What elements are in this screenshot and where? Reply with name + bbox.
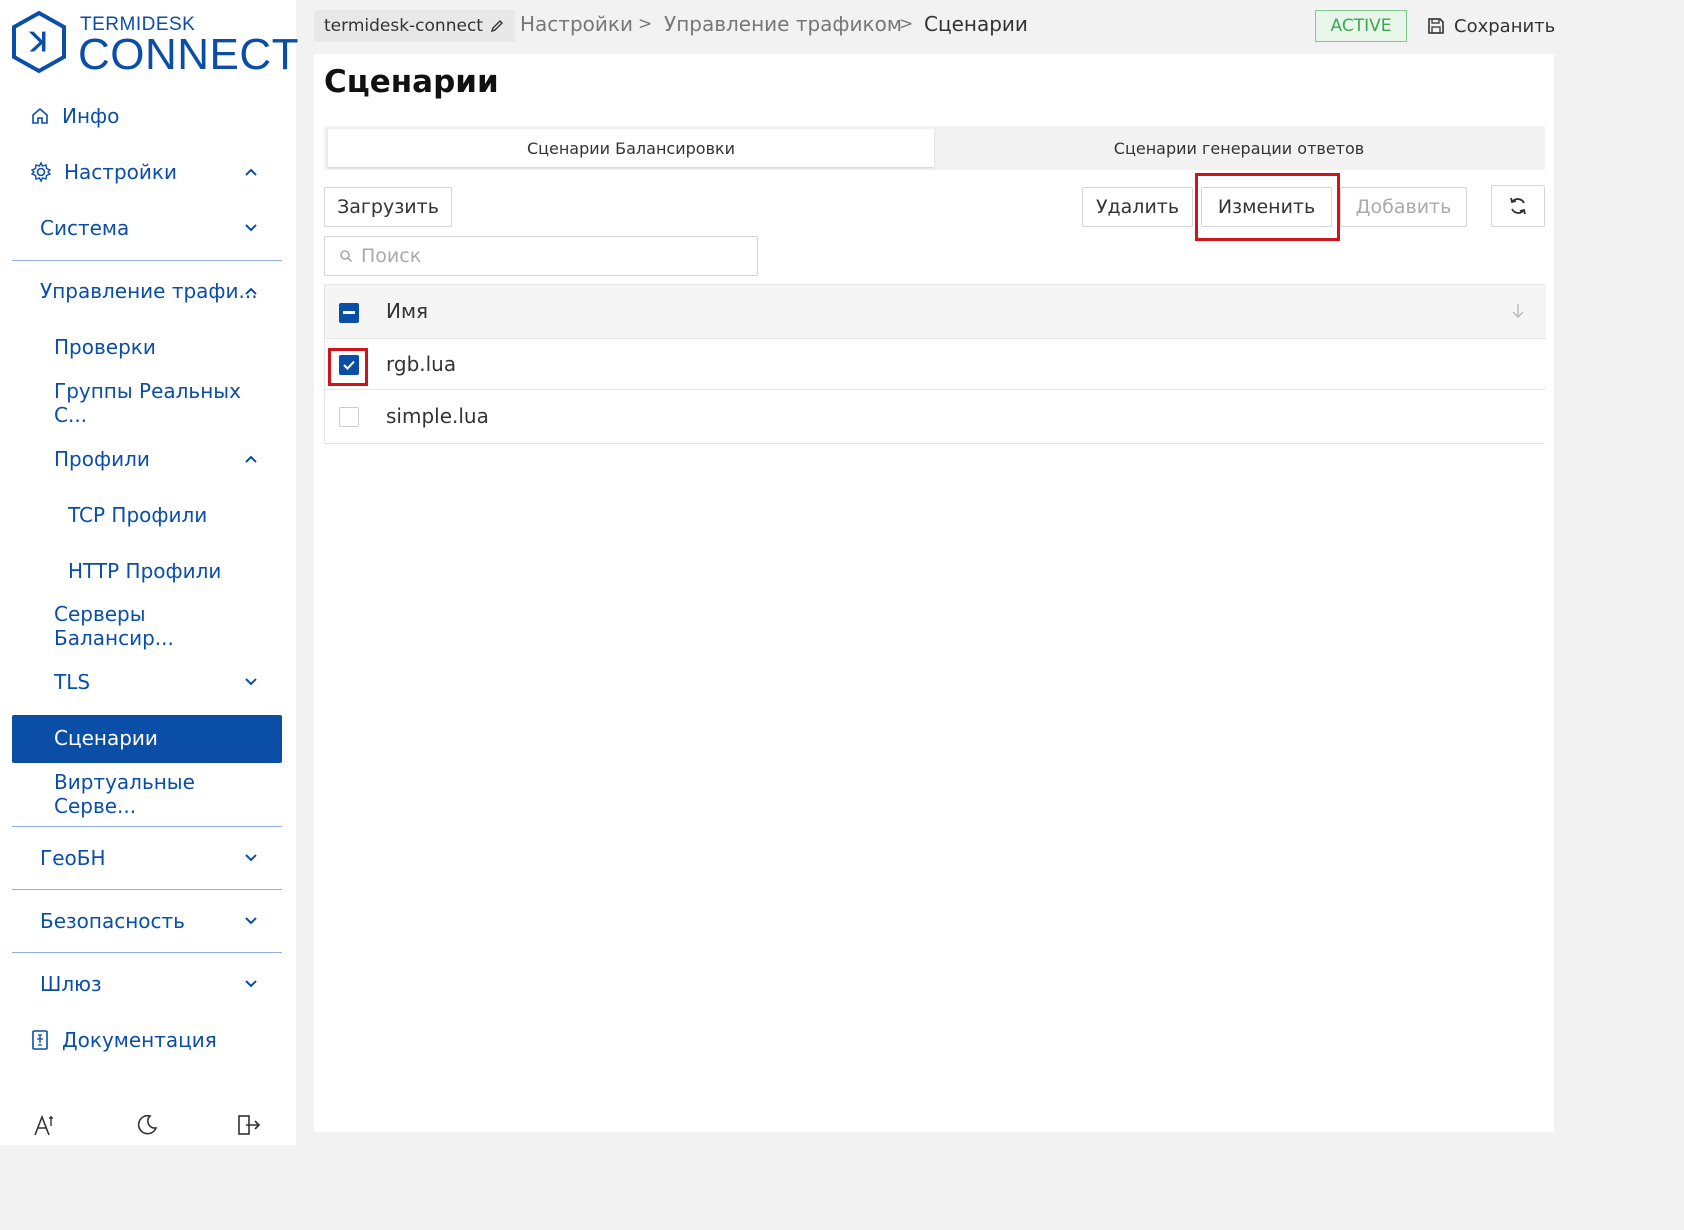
sidebar-divider (12, 889, 282, 890)
column-header-name[interactable]: Имя (386, 299, 428, 323)
sidebar-item-tcp-profiles[interactable]: TCP Профили (68, 500, 260, 530)
chevron-down-icon (244, 843, 260, 873)
table-header: Имя (325, 285, 1546, 339)
breadcrumb-settings[interactable]: Настройки (520, 12, 633, 36)
gear-icon (30, 161, 52, 183)
sidebar-item-label: Проверки (54, 335, 156, 359)
chevron-down-icon (244, 906, 260, 936)
connection-name: termidesk-connect (324, 16, 483, 36)
chevron-up-icon (244, 444, 260, 474)
search-input[interactable] (361, 245, 741, 267)
sidebar-item-profiles[interactable]: Профили (54, 444, 260, 474)
sidebar-item-security[interactable]: Безопасность (40, 906, 260, 936)
sort-down-icon[interactable] (1511, 302, 1525, 320)
sidebar-item-tls[interactable]: TLS (54, 667, 260, 697)
breadcrumb-separator: > (899, 14, 914, 34)
sidebar-item-balancer-servers[interactable]: Серверы Балансир... (54, 602, 260, 650)
chevron-down-icon (244, 213, 260, 243)
add-button[interactable]: Добавить (1340, 187, 1467, 227)
chevron-down-icon (244, 667, 260, 697)
sidebar-item-label: Группы Реальных С... (54, 379, 241, 427)
home-icon (30, 106, 50, 126)
sidebar-divider (12, 952, 282, 953)
logout-icon[interactable] (234, 1110, 264, 1140)
delete-button[interactable]: Удалить (1082, 187, 1193, 227)
tab-balancing-scenarios[interactable]: Сценарии Балансировки (328, 129, 934, 167)
sidebar-item-label: Шлюз (40, 972, 102, 996)
sidebar-item-checks[interactable]: Проверки (54, 332, 260, 362)
save-label: Сохранить (1454, 15, 1556, 37)
sidebar-item-label: Настройки (64, 160, 177, 184)
breadcrumb-current: Сценарии (924, 12, 1028, 36)
page-title: Сценарии (324, 64, 499, 100)
save-button[interactable]: Сохранить (1426, 12, 1555, 40)
termidesk-logo-icon: ꓘ (12, 10, 66, 74)
font-size-icon[interactable] (30, 1110, 60, 1140)
sidebar-item-system[interactable]: Система (40, 213, 260, 243)
row-name: simple.lua (386, 404, 489, 428)
breadcrumb-separator: > (638, 14, 653, 34)
sidebar-item-label: Инфо (62, 104, 120, 128)
sidebar-item-gateway[interactable]: Шлюз (40, 969, 260, 999)
edit-button-highlight (1195, 173, 1340, 241)
sidebar-item-label: Сценарии (54, 726, 158, 750)
sidebar-divider (12, 260, 282, 261)
chevron-up-icon (244, 157, 260, 187)
sidebar-item-virtual-servers[interactable]: Виртуальные Серве... (54, 770, 276, 818)
table-row[interactable]: rgb.lua (325, 339, 1546, 390)
sidebar-item-label: Виртуальные Серве... (54, 770, 195, 818)
svg-text:ꓘ: ꓘ (28, 27, 47, 57)
sidebar-item-traffic[interactable]: Управление трафи... (40, 276, 260, 306)
sidebar-item-label: Управление трафи... (40, 279, 258, 303)
chevron-up-icon (244, 276, 260, 306)
sidebar-item-label: Безопасность (40, 909, 185, 933)
topbar: termidesk-connect Настройки > Управление… (314, 0, 1555, 50)
sidebar-item-label: Документация (62, 1028, 217, 1052)
search-field[interactable] (324, 236, 758, 276)
refresh-button[interactable] (1491, 185, 1545, 227)
pencil-icon[interactable] (489, 18, 505, 34)
sidebar-divider (12, 826, 282, 827)
search-icon (339, 249, 353, 263)
row-name: rgb.lua (386, 352, 457, 376)
sidebar-item-label: Серверы Балансир... (54, 602, 174, 650)
breadcrumb-traffic[interactable]: Управление трафиком (664, 12, 902, 36)
sidebar-item-info[interactable]: Инфо (30, 101, 260, 131)
sidebar-item-real-groups[interactable]: Группы Реальных С... (54, 379, 260, 427)
save-icon (1426, 16, 1446, 36)
logo[interactable]: ꓘ TERMIDESK CONNECT (10, 10, 299, 79)
status-badge: ACTIVE (1315, 10, 1407, 42)
sidebar-item-http-profiles[interactable]: HTTP Профили (68, 556, 260, 586)
checkbox-highlight (328, 348, 368, 386)
tab-response-scenarios[interactable]: Сценарии генерации ответов (936, 129, 1542, 167)
refresh-icon (1507, 195, 1529, 217)
sidebar: ꓘ TERMIDESK CONNECT Инфо Настройки Систе… (0, 0, 299, 1145)
row-checkbox-unchecked[interactable] (339, 407, 359, 427)
sidebar-item-label: TLS (54, 670, 91, 694)
moon-icon[interactable] (132, 1110, 162, 1140)
table-row[interactable]: simple.lua (325, 390, 1546, 443)
logo-main-text: CONNECT (78, 30, 300, 79)
sidebar-item-label: TCP Профили (68, 503, 208, 527)
sidebar-item-geobn[interactable]: ГеоБН (40, 843, 260, 873)
sidebar-item-label: Профили (54, 447, 150, 471)
upload-button[interactable]: Загрузить (324, 187, 452, 227)
sidebar-item-label: Система (40, 216, 130, 240)
tabs: Сценарии Балансировки Сценарии генерации… (324, 126, 1545, 170)
sidebar-item-label: HTTP Профили (68, 559, 222, 583)
chevron-down-icon (244, 969, 260, 999)
select-all-checkbox[interactable] (339, 303, 359, 323)
sidebar-item-settings[interactable]: Настройки (30, 157, 260, 187)
sidebar-item-docs[interactable]: Документация (30, 1025, 260, 1055)
sidebar-item-label: ГеоБН (40, 846, 106, 870)
book-icon (30, 1029, 50, 1051)
sidebar-item-scenarios[interactable]: Сценарии (54, 723, 260, 753)
connection-chip[interactable]: termidesk-connect (314, 10, 515, 42)
scenarios-table: Имя rgb.lua simple.lua (324, 284, 1546, 444)
